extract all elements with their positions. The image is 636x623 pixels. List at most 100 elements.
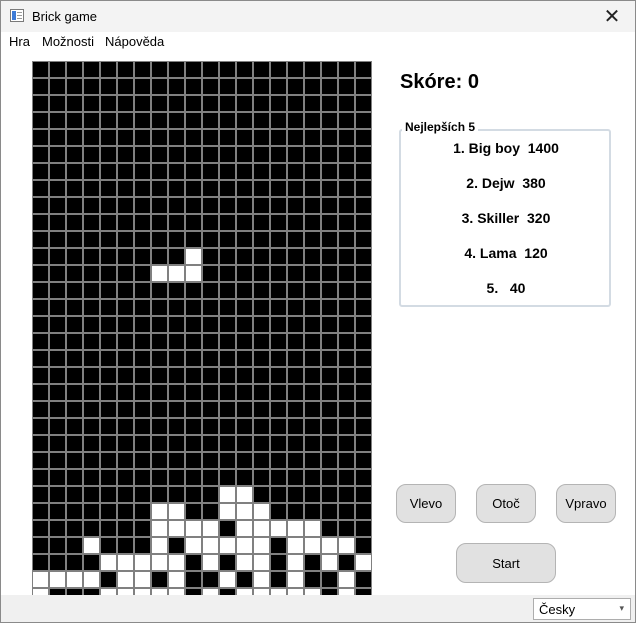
menu-hra[interactable]: Hra (9, 34, 30, 49)
empty-cell (304, 350, 321, 367)
empty-cell (270, 78, 287, 95)
empty-cell (66, 61, 83, 78)
filled-cell (338, 537, 355, 554)
empty-cell (321, 486, 338, 503)
empty-cell (236, 231, 253, 248)
empty-cell (287, 418, 304, 435)
empty-cell (338, 265, 355, 282)
empty-cell (168, 282, 185, 299)
filled-cell (202, 537, 219, 554)
filled-cell (168, 265, 185, 282)
empty-cell (355, 537, 372, 554)
left-button[interactable]: Vlevo (396, 484, 456, 523)
empty-cell (151, 350, 168, 367)
empty-cell (100, 537, 117, 554)
empty-cell (270, 61, 287, 78)
empty-cell (304, 435, 321, 452)
empty-cell (219, 299, 236, 316)
empty-cell (236, 180, 253, 197)
highscore-entry-3: 3. Skiller 320 (461, 210, 551, 226)
empty-cell (66, 231, 83, 248)
empty-cell (168, 469, 185, 486)
menu-moznosti[interactable]: Možnosti (42, 34, 94, 49)
empty-cell (83, 112, 100, 129)
empty-cell (117, 78, 134, 95)
empty-cell (134, 214, 151, 231)
empty-cell (287, 265, 304, 282)
empty-cell (321, 384, 338, 401)
empty-cell (66, 78, 83, 95)
right-button[interactable]: Vpravo (556, 484, 616, 523)
empty-cell (185, 384, 202, 401)
empty-cell (253, 146, 270, 163)
filled-cell (151, 265, 168, 282)
filled-cell (100, 554, 117, 571)
empty-cell (253, 486, 270, 503)
empty-cell (49, 401, 66, 418)
empty-cell (355, 418, 372, 435)
empty-cell (287, 282, 304, 299)
empty-cell (185, 452, 202, 469)
empty-cell (270, 214, 287, 231)
empty-cell (321, 112, 338, 129)
menu-napoveda[interactable]: Nápověda (105, 34, 164, 49)
empty-cell (66, 248, 83, 265)
empty-cell (100, 316, 117, 333)
empty-cell (185, 146, 202, 163)
empty-cell (270, 146, 287, 163)
empty-cell (202, 61, 219, 78)
empty-cell (151, 435, 168, 452)
empty-cell (66, 418, 83, 435)
empty-cell (100, 146, 117, 163)
empty-cell (117, 197, 134, 214)
empty-cell (287, 503, 304, 520)
empty-cell (134, 537, 151, 554)
filled-cell (168, 554, 185, 571)
empty-cell (304, 486, 321, 503)
language-select[interactable]: Česky ▾ (533, 598, 631, 620)
empty-cell (168, 418, 185, 435)
empty-cell (270, 180, 287, 197)
empty-cell (168, 78, 185, 95)
empty-cell (151, 78, 168, 95)
empty-cell (134, 316, 151, 333)
empty-cell (134, 197, 151, 214)
empty-cell (49, 197, 66, 214)
empty-cell (151, 180, 168, 197)
empty-cell (236, 435, 253, 452)
empty-cell (49, 146, 66, 163)
empty-cell (202, 265, 219, 282)
empty-cell (117, 231, 134, 248)
filled-cell (134, 571, 151, 588)
empty-cell (185, 418, 202, 435)
empty-cell (32, 61, 49, 78)
empty-cell (270, 435, 287, 452)
empty-cell (49, 520, 66, 537)
empty-cell (338, 197, 355, 214)
empty-cell (134, 333, 151, 350)
empty-cell (287, 401, 304, 418)
language-value: Česky (539, 602, 576, 617)
filled-cell (253, 503, 270, 520)
empty-cell (49, 282, 66, 299)
empty-cell (168, 435, 185, 452)
empty-cell (66, 537, 83, 554)
filled-cell (287, 520, 304, 537)
filled-cell (219, 503, 236, 520)
empty-cell (321, 452, 338, 469)
start-button[interactable]: Start (456, 543, 556, 583)
empty-cell (304, 452, 321, 469)
close-button[interactable]: ✕ (589, 1, 635, 32)
empty-cell (117, 95, 134, 112)
empty-cell (236, 61, 253, 78)
empty-cell (32, 418, 49, 435)
rotate-button[interactable]: Otoč (476, 484, 536, 523)
empty-cell (321, 197, 338, 214)
empty-cell (304, 231, 321, 248)
empty-cell (219, 61, 236, 78)
empty-cell (304, 197, 321, 214)
filled-cell (270, 520, 287, 537)
empty-cell (287, 180, 304, 197)
empty-cell (66, 299, 83, 316)
empty-cell (32, 316, 49, 333)
